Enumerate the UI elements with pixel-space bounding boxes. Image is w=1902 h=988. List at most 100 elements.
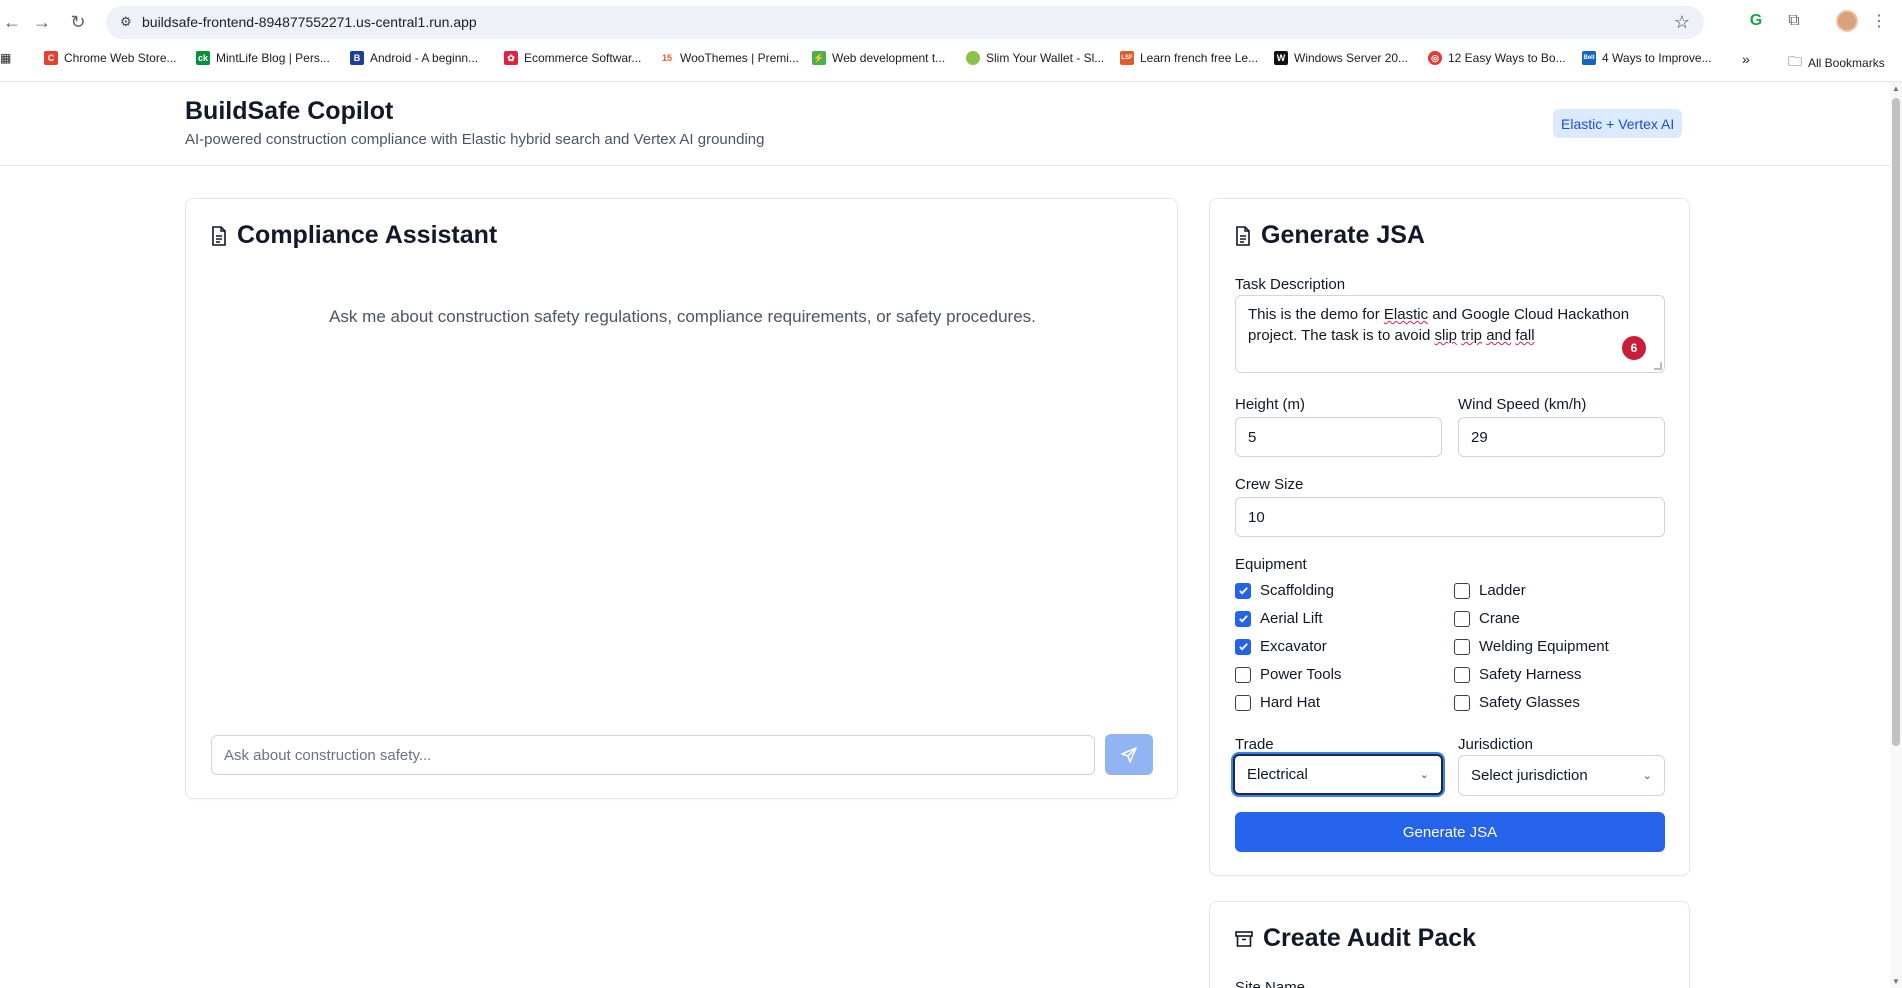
app-title: BuildSafe Copilot — [185, 97, 394, 125]
address-bar[interactable]: ⚙ buildsafe-frontend-894877552271.us-cen… — [106, 6, 1704, 39]
equipment-option[interactable]: Welding Equipment — [1454, 638, 1609, 655]
bookmark-item[interactable]: Bell 4 Ways to Improve... — [1582, 51, 1712, 65]
equipment-option[interactable]: Aerial Lift — [1235, 610, 1323, 627]
checkbox[interactable] — [1235, 666, 1251, 683]
site-name-label: Site Name — [1235, 979, 1306, 988]
equipment-option[interactable]: Excavator — [1235, 638, 1327, 655]
task-description-label: Task Description — [1235, 276, 1346, 293]
equipment-option[interactable]: Ladder — [1454, 582, 1526, 599]
checkbox[interactable] — [1454, 638, 1470, 655]
scroll-thumb[interactable] — [1892, 98, 1900, 746]
equipment-option[interactable]: Crane — [1454, 610, 1520, 627]
grammarly-extension-icon[interactable]: G — [1745, 10, 1767, 32]
all-bookmarks[interactable]: 🗀 All Bookmarks — [1788, 51, 1885, 75]
check-icon — [1238, 615, 1248, 623]
bookmark-item[interactable]: C Chrome Web Store... — [44, 51, 177, 65]
equipment-option[interactable]: Scaffolding — [1235, 582, 1334, 599]
task-line-2: project. The task is to avoid slip trip … — [1248, 325, 1652, 346]
bell-icon: Bell — [1582, 51, 1596, 65]
checkbox[interactable] — [1454, 694, 1470, 711]
reload-icon[interactable]: ↻ — [66, 10, 90, 34]
task-text-flagged: Elastic — [1383, 306, 1429, 323]
generate-jsa-card: Generate JSA Task Description This is th… — [1209, 198, 1690, 876]
extensions-icon[interactable]: ⧉ — [1783, 10, 1805, 32]
equipment-option[interactable]: Power Tools — [1235, 666, 1341, 683]
bookmark-label: Slim Your Wallet - Sl... — [986, 51, 1105, 65]
equipment-label: Hard Hat — [1260, 694, 1321, 711]
scroll-up-icon[interactable]: ▲ — [1891, 84, 1901, 93]
url-text[interactable]: buildsafe-frontend-894877552271.us-centr… — [142, 14, 477, 30]
menu-kebab-icon[interactable]: ⋮ — [1868, 10, 1890, 32]
easyways-icon: ◎ — [1428, 51, 1442, 65]
jsa-title: Generate JSA — [1261, 221, 1425, 249]
equipment-label: Safety Harness — [1479, 666, 1582, 683]
checkbox-checked[interactable] — [1235, 582, 1251, 599]
slimwallet-icon — [966, 51, 980, 65]
equipment-option[interactable]: Safety Glasses — [1454, 694, 1580, 711]
forward-icon[interactable]: → — [30, 10, 54, 34]
checkbox-checked[interactable] — [1235, 638, 1251, 655]
task-description-field[interactable]: This is the demo for Elastic and Google … — [1235, 295, 1665, 373]
bookmark-item[interactable]: ck MintLife Blog | Pers... — [196, 51, 330, 65]
app-header: BuildSafe Copilot AI-powered constructio… — [0, 82, 1890, 166]
bookmark-item[interactable]: B Android - A beginn... — [350, 51, 478, 65]
wind-speed-input[interactable]: 29 — [1458, 417, 1665, 457]
profile-avatar[interactable] — [1836, 10, 1858, 32]
bookmark-item[interactable]: 15 WooThemes | Premi... — [660, 51, 799, 65]
archive-icon — [1235, 930, 1253, 947]
woothemes-icon: 15 — [660, 51, 674, 65]
bookmark-label: 4 Ways to Improve... — [1602, 51, 1712, 65]
assistant-empty-message: Ask me about construction safety regulat… — [329, 307, 1036, 326]
compliance-assistant-card: Compliance Assistant Ask me about constr… — [185, 198, 1178, 799]
apps-grid-icon[interactable]: ▦ — [0, 51, 11, 65]
site-info-icon[interactable]: ⚙ — [120, 14, 136, 30]
resize-handle[interactable] — [1654, 362, 1662, 370]
bookmark-label: MintLife Blog | Pers... — [216, 51, 330, 65]
trade-select[interactable]: Electrical ⌄ — [1233, 754, 1443, 795]
task-text: This is the demo for — [1248, 306, 1384, 323]
checkbox[interactable] — [1454, 666, 1470, 683]
bookmark-label: Web development t... — [832, 51, 946, 65]
equipment-option[interactable]: Hard Hat — [1235, 694, 1320, 711]
bookmark-item[interactable]: ✿ Ecommerce Softwar... — [504, 51, 641, 65]
task-line-1: This is the demo for Elastic and Google … — [1248, 304, 1652, 325]
bookmark-item[interactable]: ⚡ Web development t... — [812, 51, 945, 65]
send-button[interactable] — [1105, 734, 1153, 775]
equipment-option[interactable]: Safety Harness — [1454, 666, 1582, 683]
app-subtitle: AI-powered construction compliance with … — [185, 131, 765, 148]
bookmark-label: Learn french free Le... — [1140, 51, 1259, 65]
check-icon — [1238, 643, 1248, 651]
equipment-label: Crane — [1479, 610, 1520, 627]
check-icon — [1238, 587, 1248, 595]
more-bookmarks-icon[interactable]: » — [1742, 51, 1750, 67]
audit-pack-card: Create Audit Pack Site Name — [1209, 901, 1690, 988]
crew-size-input[interactable]: 10 — [1235, 497, 1665, 537]
chevron-down-icon: ⌄ — [1419, 769, 1429, 781]
height-input[interactable]: 5 — [1235, 417, 1442, 457]
checkbox[interactable] — [1454, 582, 1470, 599]
equipment-label: Ladder — [1479, 582, 1526, 599]
bookmark-item[interactable]: Slim Your Wallet - Sl... — [966, 51, 1104, 65]
jurisdiction-select[interactable]: Select jurisdiction ⌄ — [1458, 755, 1665, 796]
bookmark-item[interactable]: LSF Learn french free Le... — [1120, 51, 1258, 65]
checkbox[interactable] — [1454, 610, 1470, 627]
checkbox-checked[interactable] — [1235, 610, 1251, 627]
scroll-down-icon[interactable]: ▼ — [1891, 977, 1901, 986]
height-label: Height (m) — [1235, 396, 1306, 413]
equipment-label: Aerial Lift — [1260, 610, 1323, 627]
chrome-store-icon: C — [44, 51, 58, 65]
bookmark-item[interactable]: ◎ 12 Easy Ways to Bo... — [1428, 51, 1566, 65]
android-icon: B — [350, 51, 364, 65]
generate-jsa-button[interactable]: Generate JSA — [1235, 812, 1665, 852]
grammar-suggestions-badge[interactable]: 6 — [1622, 336, 1646, 360]
assistant-title: Compliance Assistant — [237, 221, 498, 249]
equipment-label: Welding Equipment — [1479, 638, 1609, 655]
equipment-label: Scaffolding — [1260, 582, 1334, 599]
back-icon[interactable]: ← — [0, 10, 24, 34]
bookmark-star-icon[interactable]: ☆ — [1674, 12, 1690, 33]
chat-input[interactable] — [211, 735, 1095, 775]
page-scrollbar[interactable]: ▲ ▼ — [1890, 82, 1902, 988]
bookmark-item[interactable]: W Windows Server 20... — [1274, 51, 1408, 65]
task-text-flagged: and — [1486, 327, 1512, 344]
checkbox[interactable] — [1235, 694, 1251, 711]
